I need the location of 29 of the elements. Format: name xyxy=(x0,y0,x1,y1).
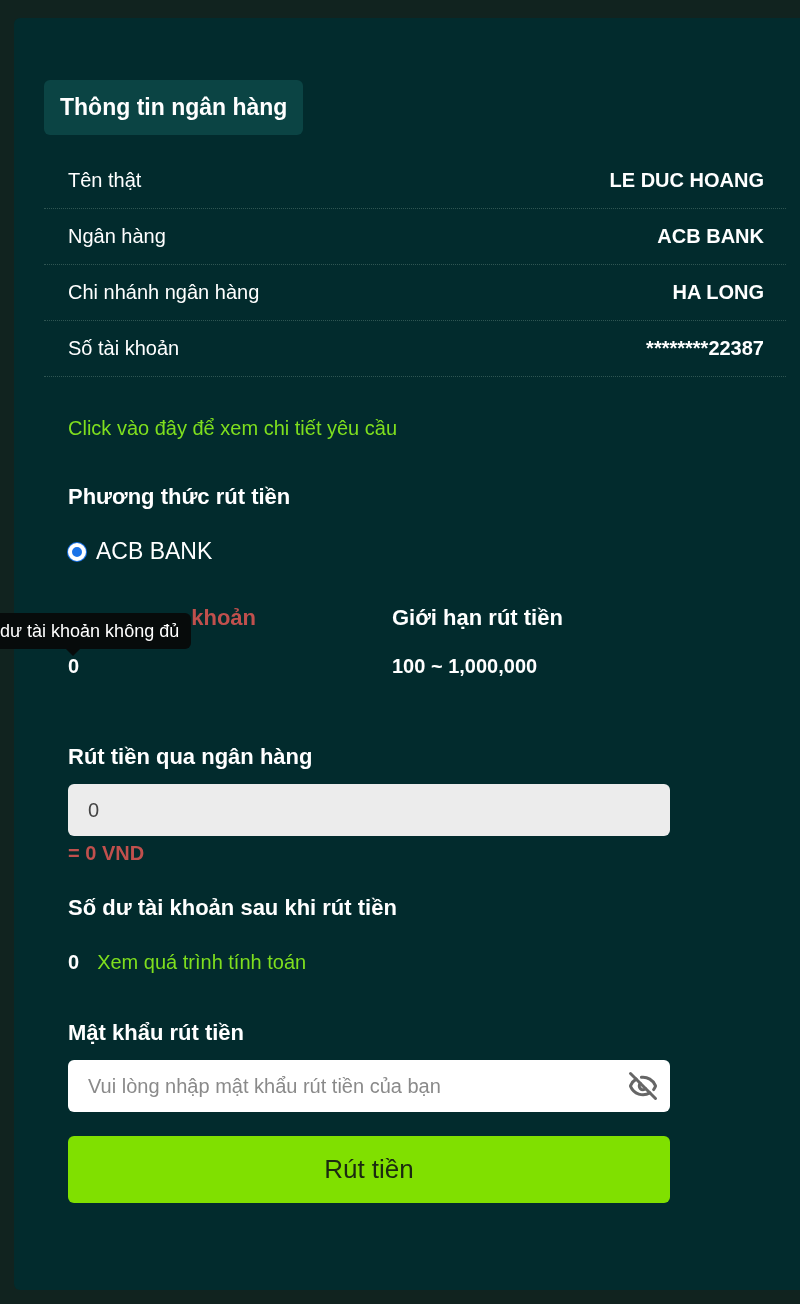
password-field[interactable]: Vui lòng nhập mật khẩu rút tiền của bạn xyxy=(68,1060,670,1112)
section-heading: Phương thức rút tiền xyxy=(68,484,292,510)
info-value: ********22387 xyxy=(646,337,764,360)
details-link[interactable]: Click vào đây để xem chi tiết yêu cầu xyxy=(68,417,398,439)
calculation-link[interactable]: Xem quá trình tính toán xyxy=(97,951,307,974)
limit-value: 100 ~ 1,000,000 xyxy=(392,655,539,678)
eye-off-icon[interactable] xyxy=(628,1071,658,1101)
info-value: LE DUC HOANG xyxy=(609,169,764,192)
balance-after-value: 0 xyxy=(68,951,80,974)
tooltip: dư tài khoản không đủ xyxy=(0,613,192,649)
section-heading: Mật khẩu rút tiền xyxy=(68,1020,245,1046)
radio-label[interactable]: ACB BANK xyxy=(96,538,213,565)
section-heading: Rút tiền qua ngân hàng xyxy=(68,744,314,770)
balance-heading: khoản xyxy=(191,605,256,630)
info-value: ACB BANK xyxy=(657,225,764,248)
info-label: Chi nhánh ngân hàng xyxy=(68,281,260,304)
section-heading: Số dư tài khoản sau khi rút tiền xyxy=(68,895,398,921)
section-title: Thông tin ngân hàng xyxy=(44,80,304,135)
info-value: HA LONG xyxy=(672,281,764,304)
info-label: Ngân hàng xyxy=(68,225,166,248)
radio-button[interactable] xyxy=(68,542,86,561)
amount-field[interactable]: 0 xyxy=(68,784,670,836)
balance-value: 0 xyxy=(68,655,81,678)
limit-heading: Giới hạn rút tiền xyxy=(392,605,564,631)
tooltip-arrow xyxy=(66,649,80,656)
converted-amount: = 0 VND xyxy=(68,842,146,865)
withdraw-button[interactable]: Rút tiền xyxy=(68,1136,670,1203)
info-label: Số tài khoản xyxy=(68,337,180,360)
info-label: Tên thật xyxy=(68,169,142,192)
